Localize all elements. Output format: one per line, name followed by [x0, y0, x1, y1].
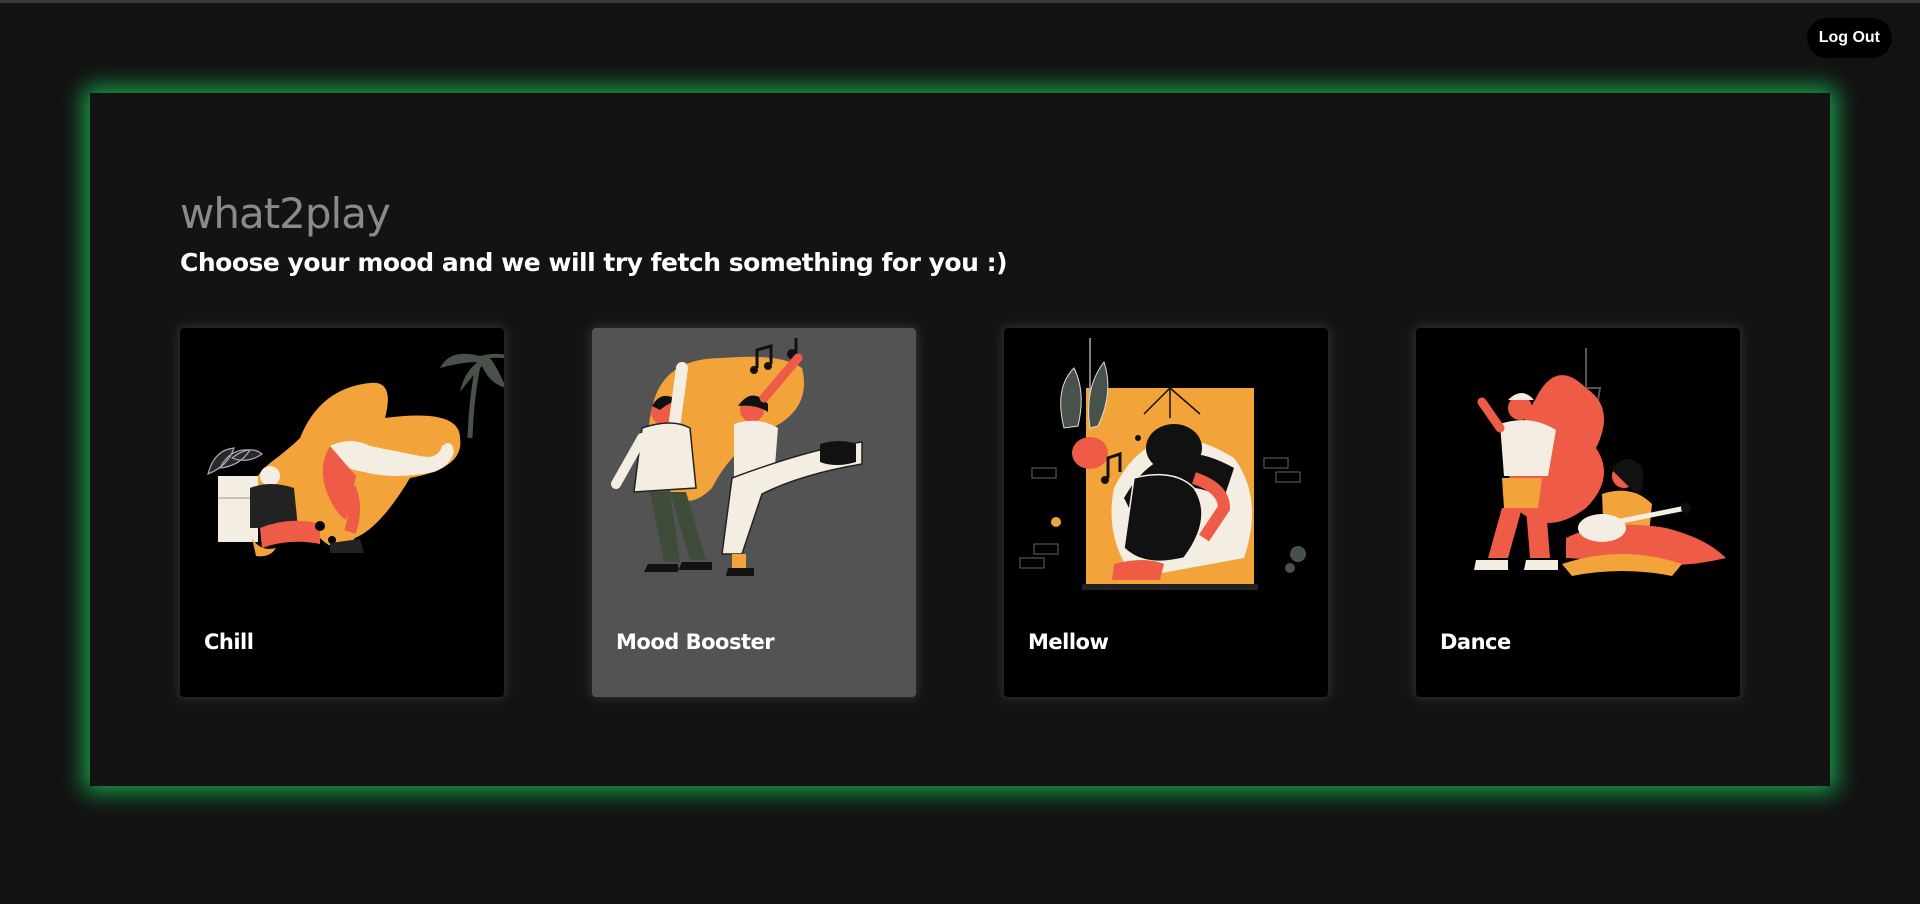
page-subtitle: Choose your mood and we will try fetch s…	[180, 248, 1008, 277]
mood-card-label: Mellow	[1028, 630, 1109, 654]
mood-card-label: Dance	[1440, 630, 1511, 654]
mood-card-label: Chill	[204, 630, 254, 654]
mellow-illustration	[1019, 338, 1306, 590]
chill-illustration	[207, 353, 504, 557]
mood-card-list: Chill Mood Booster Mellow Dance	[180, 328, 1742, 698]
mood-card-chill[interactable]: Chill	[180, 328, 504, 697]
app-title: what2play	[180, 189, 391, 238]
mood-card-mood-booster[interactable]: Mood Booster	[592, 328, 916, 697]
top-border	[0, 0, 1920, 3]
mood-booster-illustration	[611, 338, 863, 576]
logout-button[interactable]: Log Out	[1806, 18, 1892, 58]
main-panel: what2play Choose your mood and we will t…	[90, 93, 1830, 786]
mood-card-label: Mood Booster	[616, 630, 775, 654]
mood-card-mellow[interactable]: Mellow	[1004, 328, 1328, 697]
mood-card-dance[interactable]: Dance	[1416, 328, 1740, 697]
dance-illustration	[1474, 348, 1726, 576]
